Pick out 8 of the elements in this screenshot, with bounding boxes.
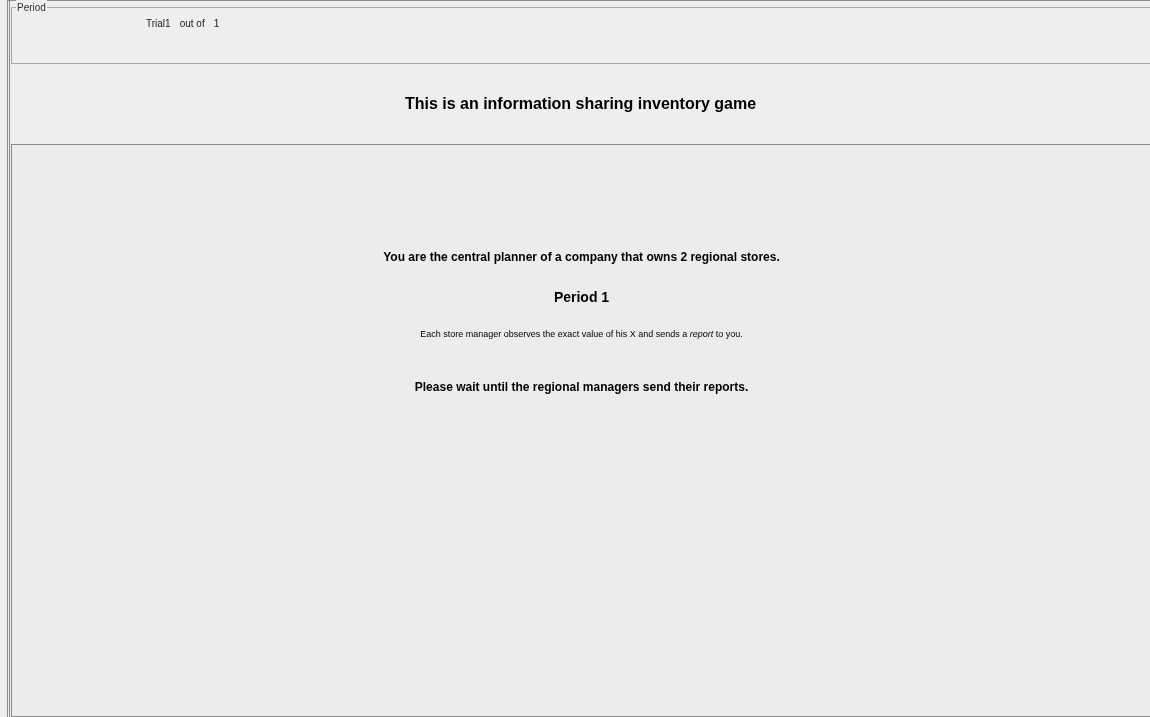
trial-label: Trial1 [146, 17, 171, 31]
instruction-text: Each store manager observes the exact value of his X and sends a report to you. [420, 328, 743, 341]
role-text: You are the central planner of a company that owns 2 regional stores. [383, 249, 780, 266]
page-title: This is an information sharing inventory game [404, 94, 757, 114]
period-heading: Period 1 [553, 288, 610, 307]
out-of-label: out of [179, 17, 205, 31]
status-text: Please wait until the regional managers send their reports. [414, 378, 749, 396]
total-count: 1 [213, 17, 220, 31]
